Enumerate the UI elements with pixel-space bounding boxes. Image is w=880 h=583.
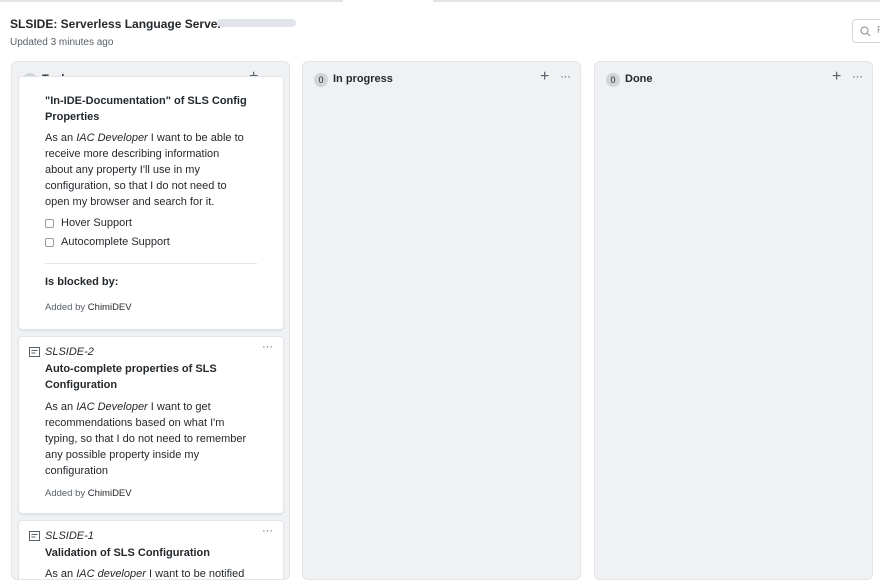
column-count-badge: 0 [606, 73, 620, 87]
checkbox-icon[interactable] [45, 219, 54, 228]
add-card-button[interactable]: + [540, 68, 549, 86]
card-title[interactable]: "In-IDE-Documentation" of SLS Config Pro… [45, 93, 271, 125]
card-description: As an IAC Developer I want to get recomm… [45, 401, 247, 477]
column-count-badge: 0 [314, 73, 328, 87]
task-list: Hover Support Autocomplete Support [45, 214, 271, 252]
column-done: 0 Done + ··· [594, 61, 873, 580]
column-in-progress: 0 In progress + ··· [302, 61, 581, 580]
column-title: Done [625, 73, 653, 85]
card-description: As an IAC developer I want to be notifie… [45, 568, 245, 580]
issue-reference[interactable]: SLSIDE-2 [45, 345, 271, 359]
card-slside-2[interactable]: ··· SLSIDE-2 Auto-complete properties of… [18, 336, 284, 514]
added-by-user-link[interactable]: ChimiDEV [88, 488, 132, 499]
card-divider [45, 263, 257, 264]
column-menu-button[interactable]: ··· [560, 69, 571, 83]
task-item[interactable]: Autocomplete Support [45, 233, 271, 252]
project-title: SLSIDE: Serverless Language Server [10, 17, 223, 31]
column-header: 0 In progress + ··· [303, 62, 580, 92]
card-description: As an IAC Developer I want to be able to… [45, 132, 244, 208]
added-by-user-link[interactable]: ChimiDEV [88, 302, 132, 313]
card-slside-1[interactable]: ··· SLSIDE-1 Validation of SLS Configura… [18, 520, 284, 580]
filter-cards-input[interactable]: F [852, 19, 880, 43]
search-icon [860, 26, 871, 37]
column-title: In progress [333, 73, 393, 85]
card-title[interactable]: Auto-complete properties of SLS Configur… [45, 361, 271, 393]
checkbox-icon[interactable] [45, 238, 54, 247]
column-menu-button[interactable]: ··· [852, 69, 863, 83]
column-header: 0 Done + ··· [595, 62, 872, 92]
add-card-button[interactable]: + [832, 68, 841, 86]
card-in-ide-documentation[interactable]: "In-IDE-Documentation" of SLS Config Pro… [18, 76, 284, 330]
note-icon [29, 531, 40, 541]
note-icon [29, 347, 40, 357]
added-by-line: Added by ChimiDEV [45, 488, 132, 499]
blocked-by-label: Is blocked by: [45, 276, 119, 288]
card-title[interactable]: Validation of SLS Configuration [45, 545, 271, 561]
task-item[interactable]: Hover Support [45, 214, 271, 233]
project-header: SLSIDE: Serverless Language Server Updat… [10, 17, 296, 48]
top-tab-strip [0, 0, 880, 2]
updated-timestamp: Updated 3 minutes ago [10, 37, 114, 48]
issue-reference[interactable]: SLSIDE-1 [45, 529, 271, 543]
project-progress-bar [217, 19, 296, 27]
added-by-line: Added by ChimiDEV [45, 302, 132, 313]
column-todo: 3 To do + ··· "In-IDE-Documentation" of … [11, 61, 290, 580]
